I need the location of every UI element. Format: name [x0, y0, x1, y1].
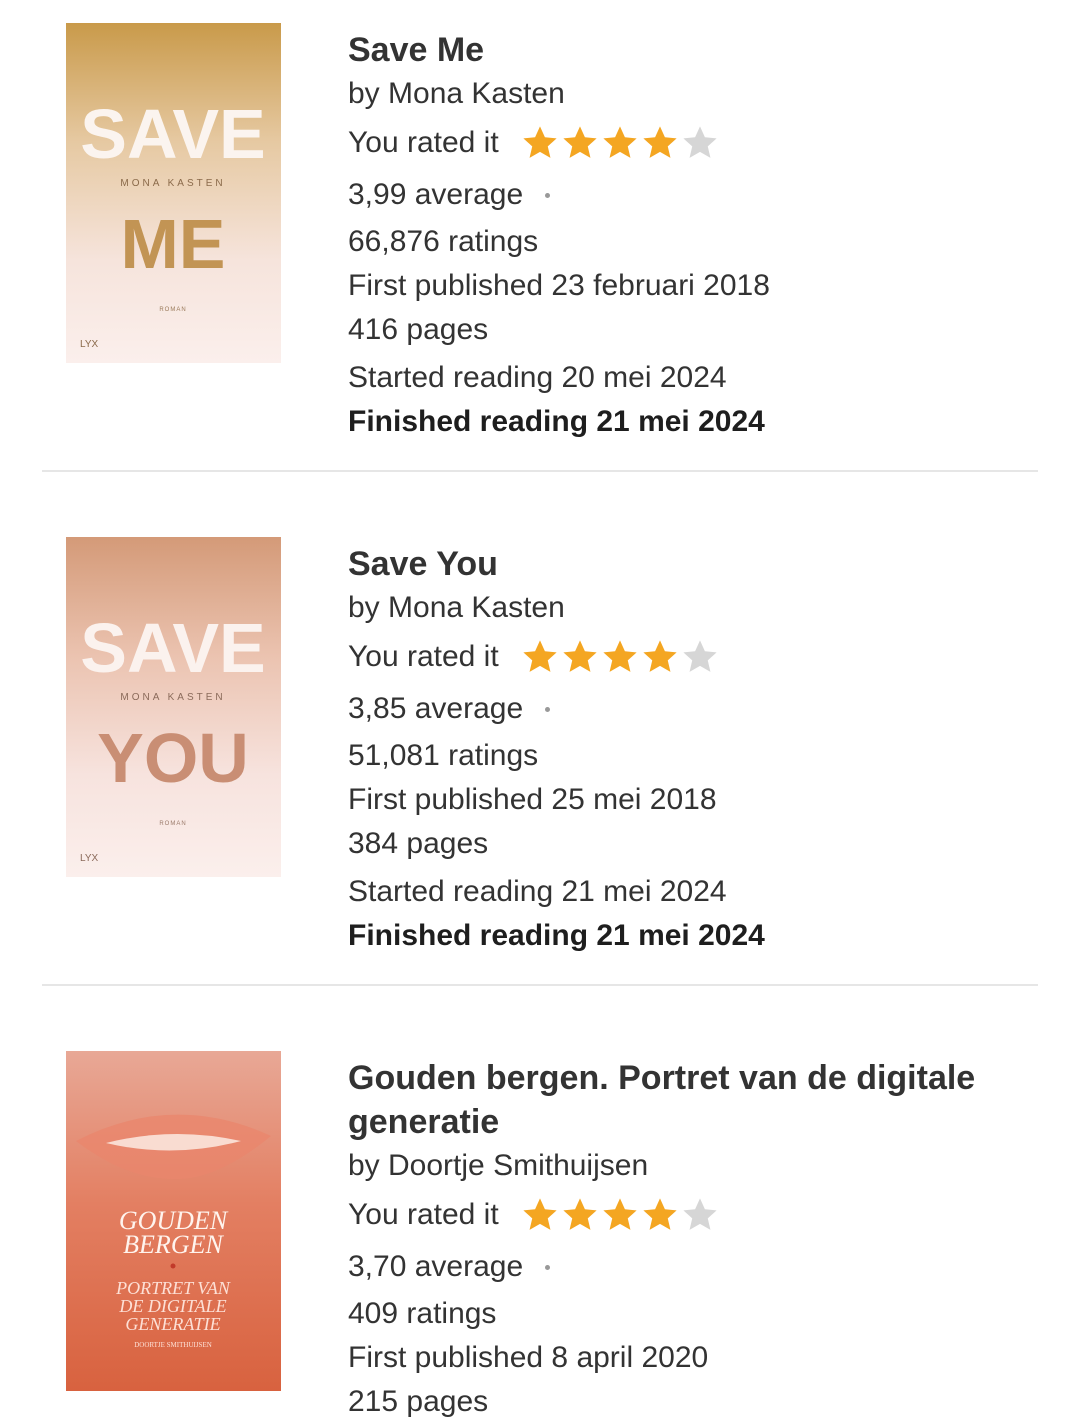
book-author[interactable]: by Mona Kasten	[348, 72, 1040, 116]
page-count: 416 pages	[348, 313, 489, 346]
ratings-count: 409 ratings	[348, 1297, 497, 1330]
book-title[interactable]: Save You	[348, 542, 1040, 586]
average-row: 3,70 average	[348, 1242, 1040, 1292]
book-cover-save-you[interactable]: SAVE MONA KASTEN YOU ROMAN LYX	[66, 537, 281, 877]
rated-label: You rated it	[348, 1198, 499, 1231]
cover-author: MONA KASTEN	[120, 692, 225, 703]
book-item-save-you[interactable]: SAVE MONA KASTEN YOU ROMAN LYX Save You …	[0, 514, 1080, 986]
rating-stars[interactable]	[521, 124, 721, 162]
cover-title-2: BERGEN	[123, 1230, 224, 1259]
average-rating: 3,99 average	[348, 178, 524, 211]
book-title[interactable]: Gouden bergen. Portret van de digitale g…	[348, 1056, 1040, 1144]
started-reading: Started reading 21 mei 2024	[348, 875, 727, 908]
first-published: First published 23 februari 2018	[348, 269, 770, 302]
separator-dot	[545, 1264, 551, 1270]
cover-sub-3: GENERATIE	[125, 1314, 220, 1334]
star-filled-icon[interactable]	[601, 638, 639, 676]
cover-art: SAVE MONA KASTEN YOU ROMAN LYX	[66, 537, 281, 877]
user-rating-row: You rated it	[348, 630, 1040, 684]
finished-reading: Finished reading 21 mei 2024	[348, 405, 765, 438]
book-item-gouden-bergen[interactable]: GOUDEN BERGEN PORTRET VAN DE DIGITALE GE…	[0, 1028, 1080, 1418]
average-rating: 3,85 average	[348, 692, 524, 725]
star-filled-icon[interactable]	[641, 638, 679, 676]
page-count: 215 pages	[348, 1385, 489, 1418]
cover-author: MONA KASTEN	[120, 178, 225, 189]
separator-dot	[545, 706, 551, 712]
cover-title-1: SAVE	[80, 609, 265, 687]
cover-title-1: SAVE	[80, 95, 265, 173]
book-cover-gouden-bergen[interactable]: GOUDEN BERGEN PORTRET VAN DE DIGITALE GE…	[66, 1051, 281, 1391]
star-filled-icon[interactable]	[561, 124, 599, 162]
star-filled-icon[interactable]	[641, 124, 679, 162]
cover-genre: ROMAN	[159, 307, 186, 313]
book-author[interactable]: by Mona Kasten	[348, 586, 1040, 630]
first-published: First published 25 mei 2018	[348, 783, 717, 816]
star-filled-icon[interactable]	[561, 1196, 599, 1234]
star-filled-icon[interactable]	[561, 638, 599, 676]
cover-genre: ROMAN	[159, 821, 186, 827]
cover-publisher: LYX	[80, 339, 98, 350]
cover-author: DOORTJE SMITHUIJSEN	[134, 1341, 212, 1349]
cover-title-2: ME	[121, 205, 226, 283]
ratings-count: 51,081 ratings	[348, 739, 539, 772]
started-reading: Started reading 20 mei 2024	[348, 361, 727, 394]
cover-title-2: YOU	[97, 719, 249, 797]
star-empty-icon[interactable]	[681, 124, 719, 162]
first-published: First published 8 april 2020	[348, 1341, 709, 1374]
rated-label: You rated it	[348, 640, 499, 673]
divider	[42, 470, 1038, 472]
book-item-save-me[interactable]: SAVE MONA KASTEN ME ROMAN LYX Save Me by…	[0, 0, 1080, 472]
star-filled-icon[interactable]	[521, 638, 559, 676]
finished-reading: Finished reading 21 mei 2024	[348, 919, 765, 952]
ratings-count: 66,876 ratings	[348, 225, 539, 258]
star-filled-icon[interactable]	[521, 124, 559, 162]
star-empty-icon[interactable]	[681, 638, 719, 676]
rating-stars[interactable]	[521, 1196, 721, 1234]
average-row: 3,85 average	[348, 684, 1040, 734]
star-filled-icon[interactable]	[601, 124, 639, 162]
divider	[42, 984, 1038, 986]
cover-art: GOUDEN BERGEN PORTRET VAN DE DIGITALE GE…	[66, 1051, 281, 1391]
book-author[interactable]: by Doortje Smithuijsen	[348, 1144, 1040, 1188]
page-count: 384 pages	[348, 827, 489, 860]
average-row: 3,99 average	[348, 170, 1040, 220]
rated-label: You rated it	[348, 126, 499, 159]
user-rating-row: You rated it	[348, 1188, 1040, 1242]
user-rating-row: You rated it	[348, 116, 1040, 170]
average-rating: 3,70 average	[348, 1250, 524, 1283]
star-empty-icon[interactable]	[681, 1196, 719, 1234]
star-filled-icon[interactable]	[601, 1196, 639, 1234]
separator-dot	[545, 192, 551, 198]
book-cover-save-me[interactable]: SAVE MONA KASTEN ME ROMAN LYX	[66, 23, 281, 363]
cover-publisher: LYX	[80, 853, 98, 864]
star-filled-icon[interactable]	[521, 1196, 559, 1234]
star-filled-icon[interactable]	[641, 1196, 679, 1234]
cover-art: SAVE MONA KASTEN ME ROMAN LYX	[66, 23, 281, 363]
book-title[interactable]: Save Me	[348, 28, 1040, 72]
cover-sub-1: PORTRET VAN	[115, 1278, 231, 1298]
cover-sub-2: DE DIGITALE	[118, 1296, 226, 1316]
rating-stars[interactable]	[521, 638, 721, 676]
